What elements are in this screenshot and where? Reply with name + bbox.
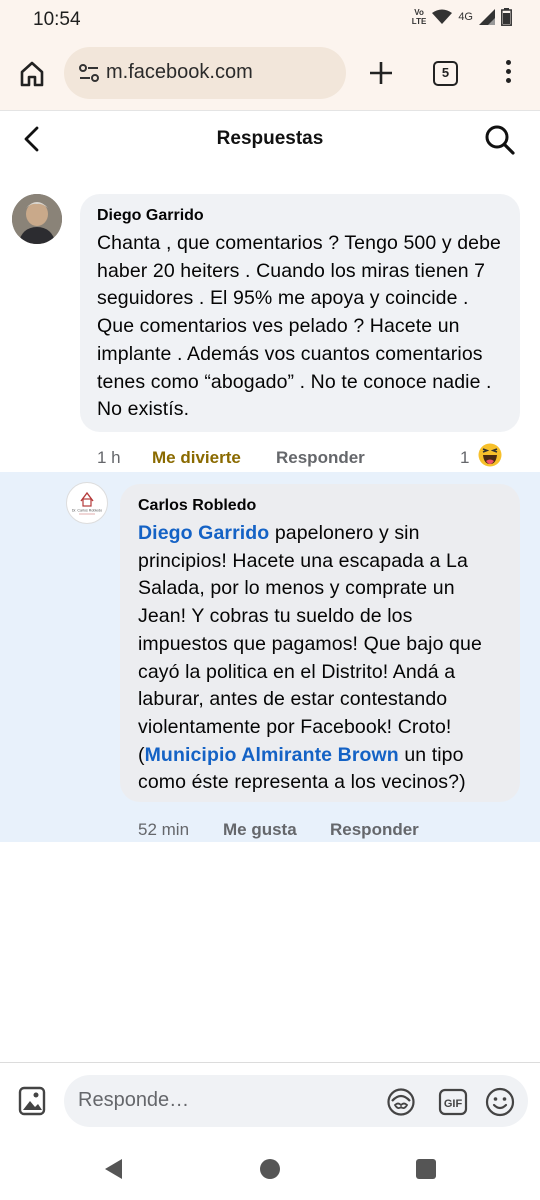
reply-input-placeholder: Responde… xyxy=(78,1089,190,1111)
reaction-count[interactable]: 1 xyxy=(460,448,469,468)
reply-button[interactable]: Responder xyxy=(276,448,365,468)
status-time: 10:54 xyxy=(33,9,81,30)
volte-indicator: Vo LTE xyxy=(411,8,427,26)
comment-bubble: Diego Garrido Chanta , que comentarios ?… xyxy=(80,194,520,432)
tabs-icon[interactable]: 5 xyxy=(433,61,458,86)
page-header: Respuestas xyxy=(0,110,540,166)
nav-home-icon[interactable] xyxy=(260,1159,280,1179)
search-icon[interactable] xyxy=(484,124,516,156)
system-nav-bar xyxy=(0,1140,540,1200)
more-vert-icon[interactable] xyxy=(500,60,516,88)
reply-composer: Responde… GIF xyxy=(0,1062,540,1140)
tune-icon[interactable] xyxy=(78,62,100,84)
reply-text-part: papelonero y sin principios! Hacete una … xyxy=(138,522,482,766)
image-icon[interactable] xyxy=(18,1085,46,1117)
reply-time[interactable]: 52 min xyxy=(138,820,189,840)
comment-actions: 1 h Me divierte Responder 1 xyxy=(0,448,540,470)
reply-actions: 52 min Me gusta Responder xyxy=(0,820,540,842)
avatar[interactable]: Dr. Carlos Robledo xyxy=(66,482,108,524)
gif-icon[interactable]: GIF xyxy=(438,1088,468,1116)
network-type: 4G xyxy=(458,11,473,23)
url-text: m.facebook.com xyxy=(106,61,253,83)
status-icons: Vo LTE 4G xyxy=(412,8,512,26)
emoji-icon[interactable] xyxy=(484,1086,516,1118)
mention-link[interactable]: Municipio Almirante Brown xyxy=(145,744,399,766)
nav-back-icon[interactable] xyxy=(103,1158,123,1180)
mention-link[interactable]: Diego Garrido xyxy=(138,522,269,544)
reply-text: Diego Garrido papelonero y sin principio… xyxy=(138,520,502,797)
reply-button[interactable]: Responder xyxy=(330,820,419,840)
logo-avatar: Dr. Carlos Robledo xyxy=(72,491,102,515)
avatar[interactable] xyxy=(12,194,62,244)
nav-recents-icon[interactable] xyxy=(416,1159,436,1179)
page-title: Respuestas xyxy=(216,128,324,149)
address-bar[interactable]: m.facebook.com xyxy=(64,47,346,99)
home-icon[interactable] xyxy=(18,60,46,88)
avatar-sticker-icon[interactable] xyxy=(386,1087,416,1117)
battery-icon xyxy=(501,8,512,26)
comment-time[interactable]: 1 h xyxy=(97,448,121,468)
reply-author[interactable]: Carlos Robledo xyxy=(138,497,502,515)
signal-icon xyxy=(479,9,495,25)
plus-icon[interactable] xyxy=(368,60,394,86)
reply-bubble: Carlos Robledo Diego Garrido papelonero … xyxy=(120,484,520,802)
like-button[interactable]: Me gusta xyxy=(223,820,297,840)
profile-photo xyxy=(12,194,62,244)
haha-reaction-icon[interactable] xyxy=(478,443,502,467)
tab-count: 5 xyxy=(441,65,450,80)
status-bar: 10:54 Vo LTE 4G xyxy=(0,0,540,38)
svg-text:Dr. Carlos Robledo: Dr. Carlos Robledo xyxy=(72,509,102,513)
reply-input[interactable]: Responde… GIF xyxy=(64,1075,528,1127)
comment-text: Chanta , que comentarios ? Tengo 500 y d… xyxy=(97,232,501,421)
svg-text:GIF: GIF xyxy=(444,1098,463,1110)
reaction-button[interactable]: Me divierte xyxy=(152,448,241,468)
wifi-icon xyxy=(432,9,453,24)
browser-toolbar: m.facebook.com 5 xyxy=(0,38,540,110)
comment-author[interactable]: Diego Garrido xyxy=(97,207,503,225)
